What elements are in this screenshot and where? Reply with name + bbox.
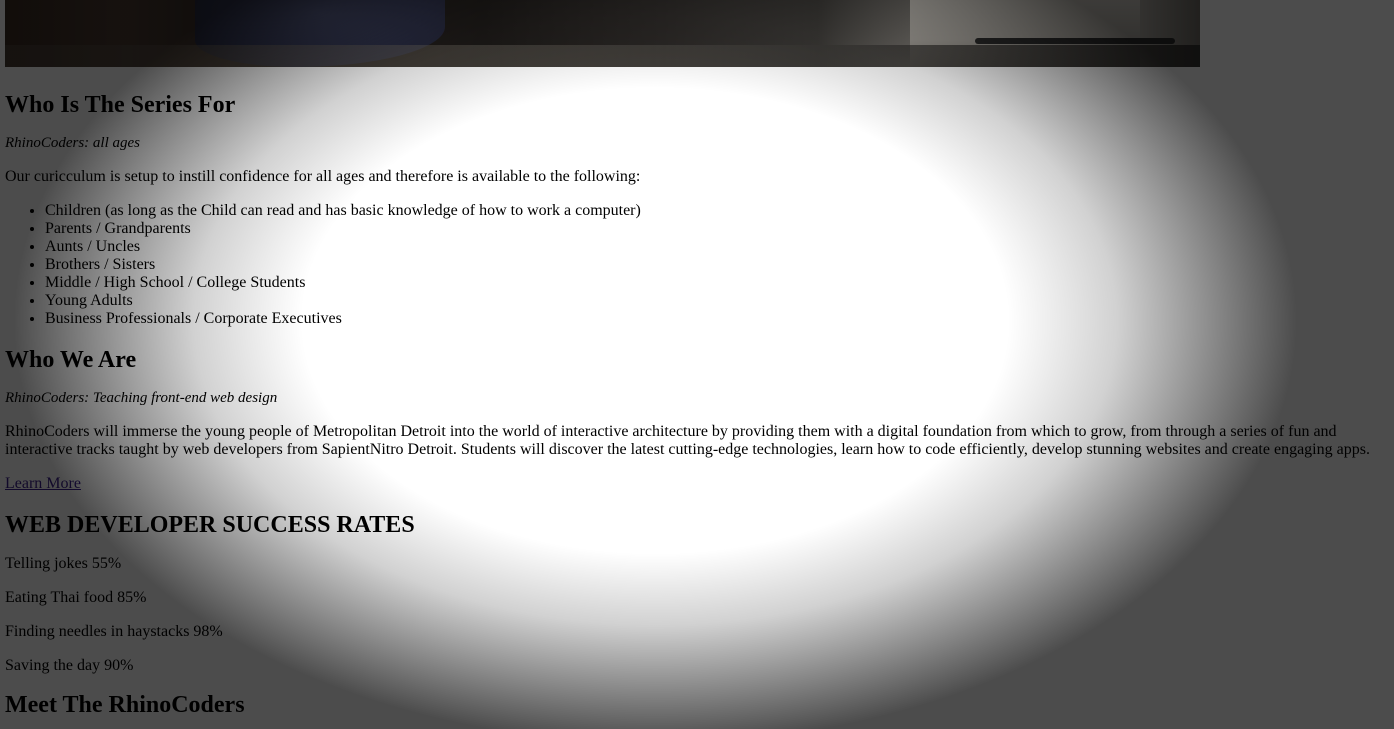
learn-more-link[interactable]: Learn More xyxy=(5,475,1390,493)
section-heading-series: Who Is The Series For xyxy=(5,92,236,118)
list-item: Business Professionals / Corporate Execu… xyxy=(45,310,1390,328)
list-item: Parents / Grandparents xyxy=(45,220,1390,238)
audience-list: Children (as long as the Child can read … xyxy=(5,202,1390,328)
who-body: RhinoCoders will immerse the young peopl… xyxy=(5,423,1370,458)
list-item: Brothers / Sisters xyxy=(45,256,1390,274)
list-item: Young Adults xyxy=(45,292,1390,310)
rate-item: Eating Thai food 85% xyxy=(5,589,147,606)
list-item: Aunts / Uncles xyxy=(45,238,1390,256)
list-item: Children (as long as the Child can read … xyxy=(45,202,1390,220)
hero-image xyxy=(5,0,1200,67)
rate-item: Finding needles in haystacks 98% xyxy=(5,623,223,640)
rate-item: Telling jokes 55% xyxy=(5,555,122,572)
hero-chair-rail xyxy=(975,38,1175,44)
page-content: Who Is The Series For RhinoCoders: all a… xyxy=(5,0,1390,719)
list-item: Middle / High School / College Students xyxy=(45,274,1390,292)
series-intro: Our curicculum is setup to instill confi… xyxy=(5,168,641,185)
hero-desk xyxy=(5,45,1200,67)
section-heading-meet: Meet The RhinoCoders xyxy=(5,692,245,718)
who-tagline: RhinoCoders: Teaching front-end web desi… xyxy=(5,390,278,406)
rate-item: Saving the day 90% xyxy=(5,657,134,674)
series-tagline: RhinoCoders: all ages xyxy=(5,135,140,151)
section-heading-who: Who We Are xyxy=(5,347,137,373)
section-heading-rates: WEB DEVELOPER SUCCESS RATES xyxy=(5,512,415,538)
